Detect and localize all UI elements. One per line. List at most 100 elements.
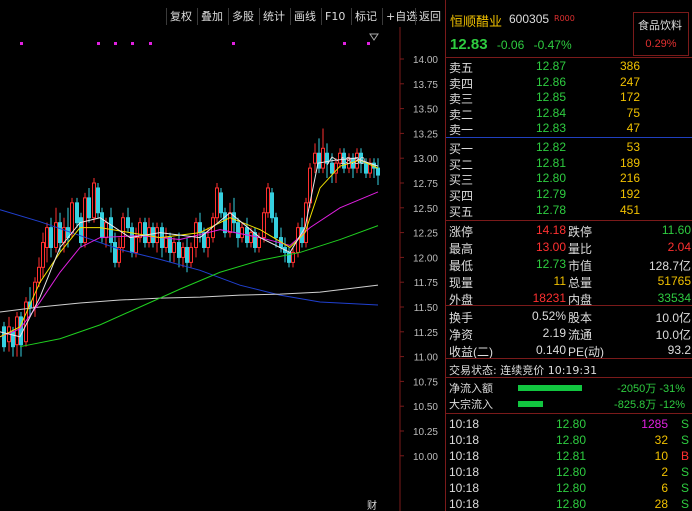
stat-value: 2.04 [667, 240, 691, 254]
stat-value: 93.2 [667, 343, 691, 357]
trade-status-value: 连续竞价 10:19:31 [500, 364, 598, 377]
event-marker[interactable] [343, 42, 346, 45]
y-tick-label: 13.50 [413, 105, 438, 116]
mark-button[interactable]: 标记 [351, 8, 377, 25]
bid-volume: 53 [626, 140, 640, 154]
candle-down [58, 222, 62, 244]
candle-down [2, 326, 6, 348]
y-tick-label: 12.25 [413, 229, 438, 240]
candle-down [151, 227, 155, 244]
multi-stock-button[interactable]: 多股 [228, 8, 254, 25]
candle-down [236, 222, 240, 239]
candle-up [181, 246, 185, 258]
sector-name: 食品饮料 [638, 19, 682, 32]
high-price-label: 13.30 [340, 156, 365, 167]
event-marker[interactable] [149, 42, 152, 45]
statistics-button[interactable]: 统计 [259, 8, 285, 25]
tick-direction: S [681, 497, 690, 511]
bid-volume: 189 [619, 155, 640, 170]
ask-volume: 247 [619, 74, 640, 89]
overlay-button[interactable]: 叠加 [197, 8, 223, 25]
stat-label: 跌停 [568, 225, 593, 239]
margin-tag: R000 [554, 14, 575, 23]
bid-row[interactable]: 买五 12.78 451 [446, 202, 692, 219]
add-watchlist-button[interactable]: +自选 [382, 8, 417, 25]
stat-label: 换手 [449, 311, 474, 325]
event-marker[interactable] [97, 42, 100, 45]
stat-label: 涨停 [449, 225, 474, 239]
draw-line-button[interactable]: 画线 [290, 8, 316, 25]
ask-row[interactable]: 卖二 12.84 75 [446, 106, 692, 122]
stat-label: 市值 [568, 259, 593, 273]
ask-price: 12.87 [535, 59, 566, 73]
tick-volume: 32 [654, 433, 668, 447]
bid-row[interactable]: 买一 12.82 53 [446, 140, 692, 156]
stat-value: 0.52% [531, 309, 566, 323]
tick-row: 10:18 12.81 10 B [446, 449, 692, 465]
candle-down [79, 217, 83, 244]
stat-label: 量比 [568, 242, 593, 256]
event-marker[interactable] [114, 42, 117, 45]
ask-row[interactable]: 卖三 12.85 172 [446, 90, 692, 106]
sector-box[interactable]: 食品饮料 0.29% [633, 12, 689, 56]
candle-up [70, 202, 74, 234]
bid-row[interactable]: 买二 12.81 189 [446, 155, 692, 172]
event-marker[interactable] [367, 42, 370, 45]
candle-up [321, 147, 325, 169]
f10-button[interactable]: F10 [321, 8, 345, 25]
candle-down [232, 212, 236, 224]
candle-down [270, 192, 274, 219]
stat-value: 2.19 [542, 326, 566, 340]
y-tick-label: 13.25 [413, 129, 438, 140]
candle-down [330, 162, 334, 174]
stat-row: 换手 0.52% 股本 10.0亿 [446, 309, 692, 326]
tick-row: 10:18 12.80 2 S [446, 465, 692, 481]
filter-icon[interactable] [369, 33, 379, 41]
candle-down [75, 202, 79, 224]
candle-up [164, 237, 168, 248]
stat-value: 11 [553, 274, 566, 288]
event-marker[interactable] [131, 42, 134, 45]
back-button[interactable]: 返回 [415, 8, 441, 25]
candle-up [41, 242, 45, 268]
restore-rights-button[interactable]: 复权 [166, 8, 192, 25]
candle-up [155, 227, 159, 244]
tick-time: 10:18 [449, 449, 480, 463]
candle-down [168, 237, 172, 253]
ask-level-label: 卖四 [449, 76, 474, 91]
earnings-marker[interactable]: 财 [367, 499, 377, 511]
last-price: 12.83 [450, 36, 488, 53]
event-marker[interactable] [232, 42, 235, 45]
candle-down [143, 222, 147, 244]
tick-time: 10:18 [449, 497, 480, 511]
stat-row: 最低 12.73 市值 128.7亿 [446, 257, 692, 274]
stat-value: 18231 [532, 291, 566, 305]
y-tick-label: 10.50 [413, 402, 438, 413]
ask-row[interactable]: 卖五 12.87 386 [446, 59, 692, 75]
bid-row[interactable]: 买四 12.79 192 [446, 187, 692, 203]
ask-row[interactable]: 卖一 12.83 47 [446, 121, 692, 137]
ask-row[interactable]: 卖四 12.86 247 [446, 74, 692, 91]
stat-value: 10.0亿 [655, 328, 691, 342]
sector-change: 0.29% [645, 38, 677, 50]
event-marker[interactable] [20, 42, 23, 45]
candle-down [274, 217, 278, 239]
tick-row: 10:18 12.80 1285 S [446, 417, 692, 433]
bid-volume: 192 [619, 187, 640, 202]
stat-label: 现量 [449, 276, 474, 290]
stat-row: 净资 2.19 流通 10.0亿 [446, 326, 692, 343]
tick-row: 10:18 12.80 28 S [446, 497, 692, 511]
bid-row[interactable]: 买三 12.80 216 [446, 171, 692, 187]
stat-label: 净资 [449, 328, 474, 342]
candle-down [49, 227, 53, 248]
ask-volume: 47 [626, 121, 640, 135]
stat-value: 11.60 [661, 223, 691, 237]
flow-value: -825.8万 -12% [614, 399, 685, 411]
kline-chart[interactable]: 14.00 13.75 13.50 13.25 13.00 12.75 12.50 12.25… [0, 27, 445, 511]
stat-value: 128.7亿 [648, 259, 691, 273]
y-tick-label: 11.50 [414, 303, 439, 314]
candle-down [100, 212, 104, 239]
bid-volume: 451 [619, 202, 640, 217]
y-tick-label: 12.00 [413, 253, 438, 264]
ma-grey-line [0, 284, 379, 313]
